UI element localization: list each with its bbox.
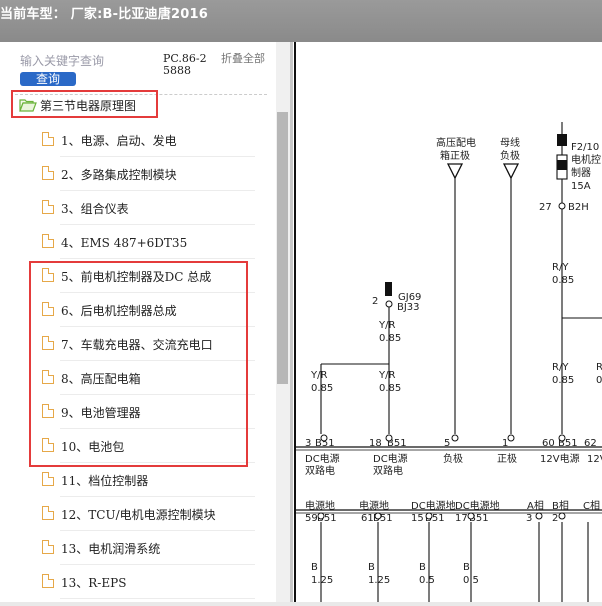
conn-bj33: BJ33 — [397, 302, 420, 313]
wire-ry-top: R/Y — [552, 262, 569, 273]
tree-item[interactable]: 2、多路集成控制模块 — [0, 157, 255, 191]
fuse-label-3: 制器 — [571, 166, 591, 179]
wire-b-2: B — [368, 562, 375, 573]
document-icon — [42, 574, 54, 588]
dc-power-label-2: DC电源 — [373, 452, 408, 465]
pin-3: 3 — [305, 438, 311, 449]
wire-05-1: 0.5 — [419, 575, 435, 586]
pin-3b: 3 — [526, 513, 532, 524]
tree-item[interactable]: 13、电机润滑系统 — [0, 531, 255, 565]
highlight-box — [29, 261, 248, 467]
wire-125-1: 1.25 — [311, 575, 333, 586]
tree-item[interactable]: 1、电源、启动、发电 — [0, 123, 255, 157]
tree-item-label: 3、组合仪表 — [61, 202, 129, 216]
pin-17: 17 — [455, 513, 468, 524]
document-icon — [42, 472, 54, 486]
gnd-power-label-2: 电源地 — [359, 499, 389, 512]
pin-15: 15 — [411, 513, 424, 524]
wire-ry-2: R/Y — [552, 362, 569, 373]
dc-dual-label-1: 双路电 — [305, 464, 335, 477]
pin-1: 1 — [502, 438, 508, 449]
pin-62: 62 — [584, 438, 597, 449]
wire-085-2: 0.85 — [311, 383, 333, 394]
v12-label-2: 12V — [587, 454, 602, 465]
tree-item-label: 1、电源、启动、发电 — [61, 134, 177, 148]
conn-b2h: B2H — [568, 202, 589, 213]
vehicle-model-title: 当前车型： 厂家:B-比亚迪唐2016 — [0, 7, 209, 22]
pin-61: 61 — [361, 513, 374, 524]
wire-085-top: 0.85 — [552, 275, 574, 286]
tree-root-node[interactable]: 第三节电器原理图 — [11, 90, 158, 118]
tree-root-label: 第三节电器原理图 — [40, 99, 137, 113]
wire-yr-2: Y/R — [310, 370, 327, 381]
dc-gnd-label-2: DC电源地 — [455, 499, 500, 512]
a-phase-label: A相 — [527, 499, 544, 512]
schematic-viewer[interactable]: 高压配电 箱正极 母线 负极 F2/10 电机控 制器 15A 27 B2H R… — [293, 42, 602, 602]
tree-item[interactable]: 11、档位控制器 — [0, 463, 255, 497]
tree-item[interactable]: 12、TCU/电机电源控制模块 — [0, 497, 255, 531]
hv-box-label-2: 箱正极 — [440, 149, 470, 162]
gnd-power-label: 电源地 — [305, 499, 335, 512]
bus-label-2: 负极 — [500, 149, 520, 162]
wire-b-1: B — [311, 562, 318, 573]
bus-label-1: 母线 — [500, 136, 520, 149]
open-folder-icon — [19, 97, 37, 116]
tree-item-label: 13、R-EPS — [61, 576, 127, 590]
wire-0-right: 0 — [596, 375, 602, 386]
document-icon — [42, 506, 54, 520]
search-input[interactable]: 输入关键字查询 — [20, 54, 160, 68]
row-separator — [60, 598, 255, 599]
b-phase-label: B相 — [552, 499, 569, 512]
fuse-label-4: 15A — [571, 181, 591, 192]
fuse-label-2: 电机控 — [571, 153, 601, 166]
c-phase-label: C相 — [583, 499, 600, 512]
pin-18: 18 — [369, 438, 382, 449]
tree-item-label: 13、电机润滑系统 — [61, 542, 161, 556]
negative-label: 负极 — [443, 452, 463, 465]
positive-label: 正极 — [497, 452, 517, 465]
fuse-label-1: F2/10 — [571, 142, 599, 153]
schematic-diagram: 高压配电 箱正极 母线 负极 F2/10 电机控 制器 15A 27 B2H R… — [294, 42, 602, 602]
pin-27: 27 — [539, 202, 552, 213]
tree-item[interactable]: 3、组合仪表 — [0, 191, 255, 225]
v12-power-label: 12V电源 — [540, 452, 580, 465]
tree-item-label: 4、EMS 487+6DT35 — [61, 236, 188, 250]
title-bar: 当前车型： 厂家:B-比亚迪唐2016 — [0, 0, 602, 42]
document-icon — [42, 200, 54, 214]
document-icon — [42, 234, 54, 248]
wire-085-4: 0.85 — [552, 375, 574, 386]
wire-05-2: 0.5 — [463, 575, 479, 586]
hv-box-label-1: 高压配电 — [436, 136, 476, 149]
wire-yr-3: Y/R — [378, 370, 395, 381]
wire-r-right: R — [596, 362, 602, 373]
pin-59: 59 — [305, 513, 318, 524]
pin-5: 5 — [444, 438, 450, 449]
document-icon — [42, 132, 54, 146]
wire-yr-1: Y/R — [378, 320, 395, 331]
tree-item-label: 12、TCU/电机电源控制模块 — [61, 508, 216, 522]
search-button[interactable]: 查询 — [20, 72, 77, 86]
dc-dual-label-2: 双路电 — [373, 464, 403, 477]
wire-b-4: B — [463, 562, 470, 573]
wire-085-3: 0.85 — [379, 383, 401, 394]
wire-b-3: B — [419, 562, 426, 573]
document-icon — [42, 166, 54, 180]
pin-2b: 2 — [552, 513, 558, 524]
pin-60: 60 — [542, 438, 555, 449]
document-icon — [42, 540, 54, 554]
phone-number: PC.86-25888 — [163, 52, 207, 77]
pin-2: 2 — [372, 296, 378, 307]
wire-085-1: 0.85 — [379, 333, 401, 344]
collapse-all-button[interactable]: 折叠全部 — [221, 53, 265, 65]
tree-item-label: 11、档位控制器 — [61, 474, 149, 488]
tree-item-label: 2、多路集成控制模块 — [61, 168, 177, 182]
wire-125-2: 1.25 — [368, 575, 390, 586]
dc-power-label-1: DC电源 — [305, 452, 340, 465]
search-area: 输入关键字查询 查询 — [20, 54, 160, 87]
dc-gnd-label: DC电源地 — [411, 499, 456, 512]
scrollbar-thumb[interactable] — [277, 112, 288, 384]
tree-item[interactable]: 4、EMS 487+6DT35 — [0, 225, 255, 259]
tree-item[interactable]: 13、R-EPS — [0, 565, 255, 599]
